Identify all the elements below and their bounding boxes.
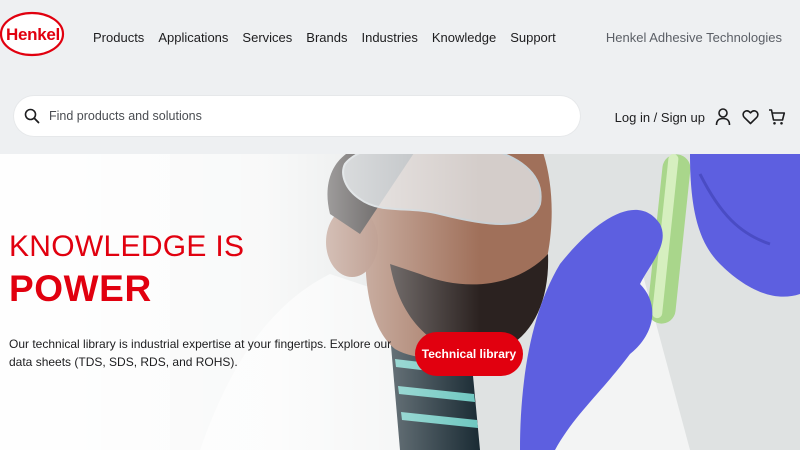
search-icon[interactable] <box>23 107 41 125</box>
nav-item-products[interactable]: Products <box>86 28 151 48</box>
search-box[interactable] <box>14 96 580 136</box>
nav-item-applications[interactable]: Applications <box>151 28 235 48</box>
login-signup-link[interactable]: Log in / Sign up <box>615 110 705 125</box>
heart-icon[interactable] <box>741 108 759 126</box>
hero-headline-line1: KNOWLEDGE IS <box>9 230 245 263</box>
nav-item-knowledge[interactable]: Knowledge <box>425 28 503 48</box>
technical-library-button[interactable]: Technical library <box>415 332 523 376</box>
division-link[interactable]: Henkel Adhesive Technologies <box>606 28 782 48</box>
hero-banner: KNOWLEDGE IS POWER Our technical library… <box>0 154 800 450</box>
top-navigation-bar: Henkel Products Applications Services Br… <box>0 0 800 80</box>
hero-headline-line2: POWER <box>9 268 152 309</box>
user-icon[interactable] <box>714 108 732 126</box>
hero-description: Our technical library is industrial expe… <box>9 337 392 369</box>
main-nav: Products Applications Services Brands In… <box>86 28 563 48</box>
search-bar-row: Log in / Sign up <box>0 80 800 154</box>
nav-item-brands[interactable]: Brands <box>299 28 354 48</box>
logo-text: Henkel <box>6 25 60 44</box>
search-input[interactable] <box>49 101 569 131</box>
cart-icon[interactable] <box>768 108 786 126</box>
nav-item-industries[interactable]: Industries <box>354 28 424 48</box>
account-actions: Log in / Sign up <box>615 106 786 128</box>
nav-item-services[interactable]: Services <box>235 28 299 48</box>
henkel-logo[interactable]: Henkel <box>0 10 66 60</box>
nav-item-support[interactable]: Support <box>503 28 563 48</box>
